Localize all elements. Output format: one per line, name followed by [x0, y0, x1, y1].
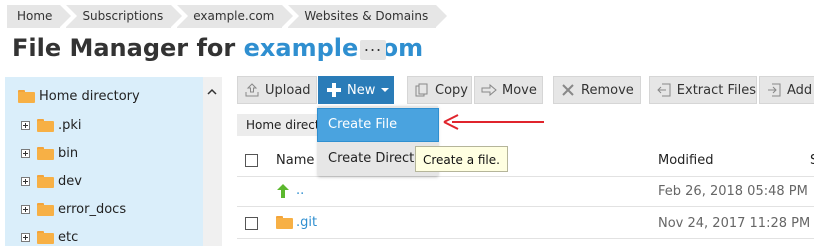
tree-item-label: Home directory — [39, 88, 140, 104]
breadcrumb-domain[interactable]: example.com — [177, 5, 294, 28]
up-arrow-icon[interactable] — [276, 183, 290, 199]
copy-icon — [414, 82, 430, 98]
file-name-link[interactable]: .. — [296, 183, 304, 198]
extract-files-button[interactable]: Extract Files — [649, 76, 757, 104]
copy-button[interactable]: Copy — [407, 76, 472, 104]
page-title-prefix: File Manager for — [12, 34, 244, 62]
expand-icon[interactable] — [21, 204, 30, 214]
upload-button[interactable]: Upload — [237, 76, 317, 104]
remove-button[interactable]: Remove — [553, 76, 641, 104]
tree-item-pki[interactable]: .pki — [21, 113, 82, 137]
file-modified: Feb 26, 2018 05:48 PM — [658, 184, 808, 199]
current-path[interactable]: Home directory — [237, 114, 327, 136]
column-header-modified[interactable]: Modified — [658, 148, 713, 174]
upload-label: Upload — [265, 82, 311, 98]
new-label: New — [347, 82, 376, 98]
select-all-checkbox[interactable] — [245, 154, 258, 167]
create-file-menu-item[interactable]: Create File — [317, 108, 439, 142]
row-divider — [237, 238, 814, 239]
folder-icon — [37, 118, 54, 132]
tree-item-bin[interactable]: bin — [21, 141, 78, 165]
folder-icon — [276, 216, 293, 229]
row-divider — [237, 176, 814, 177]
move-label: Move — [502, 82, 537, 98]
annotation-arrow-icon — [443, 114, 544, 130]
more-actions-button[interactable]: ... — [360, 38, 386, 60]
move-icon — [481, 82, 497, 98]
directory-tree: Home directory .pki bin dev error_docs e… — [5, 77, 222, 246]
folder-icon — [37, 230, 54, 244]
tree-item-home[interactable]: Home directory — [18, 84, 140, 108]
tree-scrollbar[interactable] — [203, 77, 222, 246]
add-icon — [766, 82, 782, 98]
remove-label: Remove — [581, 82, 634, 98]
move-button[interactable]: Move — [474, 76, 543, 104]
folder-icon — [37, 202, 54, 216]
folder-icon — [18, 89, 35, 103]
page-title-domain[interactable]: example.com — [244, 34, 423, 62]
add-label: Add — [787, 82, 813, 98]
chevron-up-icon[interactable] — [207, 87, 217, 97]
tree-item-label: dev — [58, 173, 82, 189]
row-divider — [237, 206, 814, 207]
tree-item-error-docs[interactable]: error_docs — [21, 197, 126, 221]
folder-icon — [37, 174, 54, 188]
extract-files-label: Extract Files — [676, 82, 756, 98]
new-button[interactable]: New — [318, 76, 394, 104]
file-name-link[interactable]: .git — [296, 215, 317, 230]
expand-icon[interactable] — [21, 148, 30, 158]
copy-label: Copy — [435, 82, 468, 98]
breadcrumb: Home Subscriptions example.com Websites … — [7, 5, 448, 28]
row-checkbox[interactable] — [245, 217, 258, 230]
breadcrumb-subscriptions[interactable]: Subscriptions — [66, 5, 183, 28]
expand-icon[interactable] — [21, 120, 30, 130]
tree-item-label: etc — [58, 229, 79, 245]
breadcrumb-home[interactable]: Home — [7, 5, 72, 28]
file-modified: Nov 24, 2017 11:28 PM — [658, 216, 811, 231]
tooltip: Create a file. — [415, 146, 508, 172]
folder-icon — [37, 146, 54, 160]
tree-item-label: error_docs — [58, 201, 127, 217]
expand-icon[interactable] — [21, 232, 30, 242]
extract-icon — [656, 82, 672, 98]
tree-item-label: .pki — [58, 117, 82, 133]
tree-item-etc[interactable]: etc — [21, 225, 78, 246]
upload-icon — [244, 82, 260, 98]
tree-item-label: bin — [58, 145, 79, 161]
column-header-name[interactable]: Name — [276, 148, 314, 174]
breadcrumb-websites-domains[interactable]: Websites & Domains — [288, 5, 448, 28]
chevron-down-icon — [381, 88, 390, 92]
column-header-size[interactable]: S — [810, 148, 814, 174]
plus-icon — [326, 82, 342, 98]
add-button[interactable]: Add — [759, 76, 814, 104]
expand-icon[interactable] — [21, 176, 30, 186]
tree-item-dev[interactable]: dev — [21, 169, 82, 193]
remove-icon — [560, 82, 576, 98]
